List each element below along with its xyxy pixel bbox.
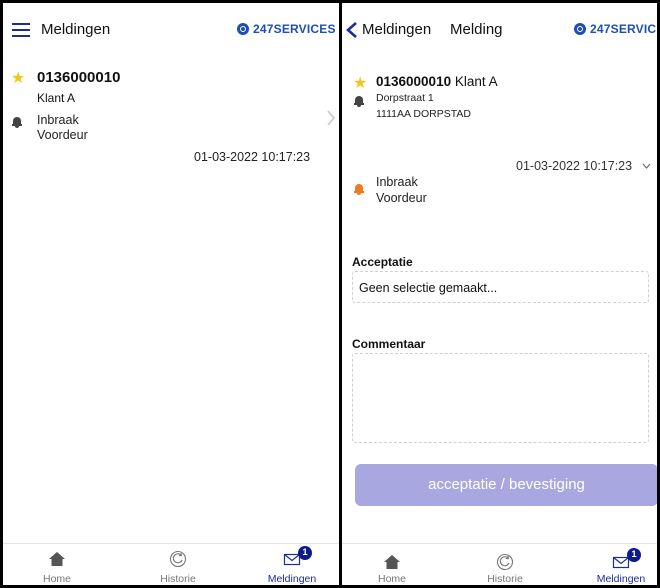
power-icon <box>237 23 249 35</box>
page-title: Meldingen <box>41 21 111 38</box>
alert-number: 0136000010 <box>376 74 452 89</box>
home-icon <box>49 552 65 566</box>
comment-label: Commentaar <box>352 337 426 351</box>
top-edge-cutout <box>9 3 57 14</box>
app-header: Meldingen 247SERVICES <box>3 17 339 47</box>
tab-historie[interactable]: Historie <box>470 544 540 585</box>
app-header: Meldingen Melding 247SERVICES <box>342 17 657 47</box>
back-chevron-icon[interactable] <box>345 22 359 38</box>
tab-meldingen[interactable]: 1 Meldingen <box>586 544 656 585</box>
comment-textarea[interactable] <box>352 353 649 443</box>
top-edge-cutout <box>119 3 329 14</box>
alert-timestamp: 01-03-2022 10:17:23 <box>194 150 311 164</box>
address-city: 1111AA DORPSTAD <box>376 108 471 120</box>
chevron-right-icon <box>327 110 336 126</box>
alert-location: Voordeur <box>37 128 88 142</box>
tab-bar: Home Historie 1 Meldingen <box>342 543 657 585</box>
accept-confirm-button[interactable]: acceptatie / bevestiging <box>355 464 657 506</box>
star-icon: ★ <box>11 70 26 87</box>
alert-timestamp: 01-03-2022 10:17:23 <box>516 159 633 173</box>
notification-badge: 1 <box>627 548 641 562</box>
back-button[interactable]: Meldingen <box>362 21 431 38</box>
alert-detail-screen: Meldingen Melding 247SERVICES ★ 01360000… <box>342 0 660 588</box>
chevron-down-icon[interactable] <box>642 163 651 169</box>
alarm-bell-icon <box>354 183 364 195</box>
power-icon <box>574 23 586 35</box>
history-icon <box>496 553 514 571</box>
alert-type: Inbraak <box>376 175 418 189</box>
acceptance-label: Acceptatie <box>352 255 413 269</box>
bell-icon <box>12 116 22 128</box>
address-street: Dorpstraat 1 <box>376 92 434 104</box>
brand-logo: 247SERVICES <box>237 22 336 36</box>
bell-icon <box>354 95 364 107</box>
tab-home[interactable]: Home <box>362 544 422 585</box>
alert-number: 0136000010 <box>37 69 121 86</box>
brand-logo: 247SERVICES <box>574 22 657 36</box>
home-icon <box>384 555 400 569</box>
alert-client: Klant A <box>37 91 76 105</box>
star-icon: ★ <box>353 75 368 92</box>
menu-icon[interactable] <box>12 23 30 37</box>
tab-historie[interactable]: Historie <box>143 544 213 585</box>
tab-meldingen[interactable]: 1 Meldingen <box>257 544 327 585</box>
acceptance-select[interactable]: Geen selectie gemaakt... <box>352 271 649 303</box>
alert-location: Voordeur <box>376 191 427 205</box>
notification-badge: 1 <box>298 546 312 560</box>
history-icon <box>169 550 187 568</box>
page-title: Melding <box>450 21 503 38</box>
alert-title: 0136000010 Klant A <box>376 74 498 89</box>
alert-type: Inbraak <box>37 113 79 127</box>
tab-home[interactable]: Home <box>27 544 87 585</box>
alert-client: Klant A <box>454 74 498 89</box>
alerts-list-screen: Meldingen 247SERVICES ★ 0136000010 Klant… <box>0 0 342 588</box>
tab-bar: Home Historie 1 Meldingen <box>3 543 339 585</box>
